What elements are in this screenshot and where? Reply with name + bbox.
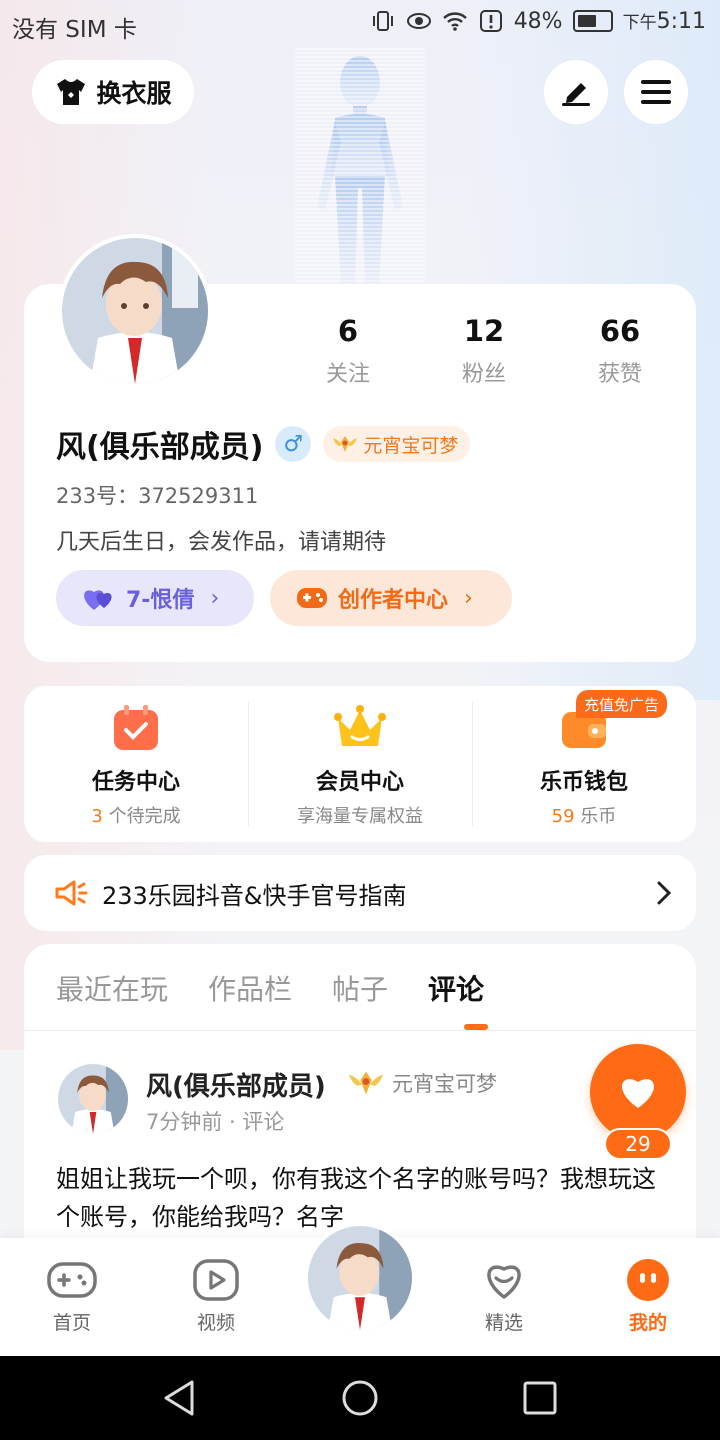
shirt-icon <box>57 79 86 105</box>
stat-likes[interactable]: 66 获赞 <box>552 312 688 388</box>
member-center-sub: 享海量专属权益 <box>297 806 423 827</box>
nav-home[interactable]: 首页 <box>24 1258 120 1335</box>
nav-home-label: 首页 <box>52 1312 91 1334</box>
heart-outline-icon <box>487 1265 521 1299</box>
wings-badge-icon <box>349 1071 383 1095</box>
gamepad-icon <box>47 1262 97 1298</box>
stat-likes-count: 66 <box>599 314 641 348</box>
tab-comments[interactable]: 评论 <box>428 968 484 1008</box>
user-name: 风(俱乐部成员) <box>56 430 264 465</box>
chevron-right-icon: › <box>464 585 473 611</box>
like-button[interactable] <box>590 1044 686 1140</box>
status-bar: 没有 SIM 卡 48% 下午5:11 <box>0 0 720 50</box>
tab-posts[interactable]: 帖子 <box>332 968 388 1008</box>
content-tabs: 最近在玩 作品栏 帖子 评论 <box>56 968 484 1008</box>
crown-icon <box>334 705 386 746</box>
comment-avatar[interactable] <box>58 1064 128 1134</box>
carrier-label: 没有 SIM 卡 <box>12 17 137 43</box>
title-badge[interactable]: 元宵宝可梦 <box>323 426 471 462</box>
home-circle-icon[interactable] <box>338 1376 382 1420</box>
comment-avatar-image <box>58 1064 128 1134</box>
recharge-no-ads-tag: 充值免广告 <box>576 690 668 718</box>
avatar[interactable] <box>58 234 212 388</box>
play-icon <box>193 1259 239 1301</box>
back-triangle-icon[interactable] <box>158 1376 202 1420</box>
comment-badge-label: 元宵宝可梦 <box>392 1072 497 1096</box>
battery-percent: 48% <box>513 8 563 34</box>
status-icons: 48% 下午5:11 <box>370 8 706 34</box>
stat-fans-label: 粉丝 <box>461 362 506 387</box>
tab-recently-played[interactable]: 最近在玩 <box>56 968 168 1008</box>
change-outfit-label: 换衣服 <box>96 79 172 108</box>
task-center[interactable]: 任务中心 3 个待完成 <box>24 686 248 842</box>
wifi-icon <box>442 12 467 31</box>
gender-male-icon: ♂ <box>275 426 312 462</box>
announcement-text: 233乐园抖音&快手官号指南 <box>102 881 407 910</box>
recents-square-icon[interactable] <box>518 1376 562 1420</box>
double-heart-icon <box>84 590 112 610</box>
change-outfit-button[interactable]: 换衣服 <box>32 60 194 124</box>
megaphone-icon <box>55 880 88 906</box>
pen-icon <box>562 83 590 106</box>
hologram-figure[interactable] <box>295 48 425 288</box>
member-center[interactable]: 会员中心 享海量专属权益 <box>248 686 472 842</box>
nav-video[interactable]: 视频 <box>168 1258 264 1335</box>
member-center-title: 会员中心 <box>315 770 404 795</box>
title-badge-label: 元宵宝可梦 <box>363 434 459 457</box>
stat-following-count: 6 <box>337 314 359 348</box>
profile-face-icon <box>627 1259 669 1301</box>
battery-icon <box>572 10 613 32</box>
stat-fans[interactable]: 12 粉丝 <box>416 312 552 388</box>
avatar-image <box>62 238 208 384</box>
creator-center-label: 创作者中心 <box>338 588 449 613</box>
tab-works[interactable]: 作品栏 <box>208 968 292 1008</box>
wings-badge-icon <box>333 436 358 452</box>
comment-author[interactable]: 风(俱乐部成员) <box>146 1066 326 1103</box>
clock: 下午5:11 <box>622 9 706 34</box>
tabs-divider <box>24 1030 696 1031</box>
nav-center-avatar[interactable] <box>304 1222 416 1334</box>
stat-fans-count: 12 <box>463 314 505 348</box>
task-center-title: 任务中心 <box>91 770 180 795</box>
eye-icon <box>406 13 431 29</box>
profile-stats: 6 关注 12 粉丝 66 获赞 <box>280 312 690 388</box>
announcement-bar[interactable]: 233乐园抖音&快手官号指南 <box>24 855 696 931</box>
creator-center-button[interactable]: 创作者中心 › <box>270 570 512 626</box>
heart-icon <box>622 1079 654 1108</box>
task-center-sub: 3 个待完成 <box>91 806 181 827</box>
nav-mine-label: 我的 <box>628 1312 667 1334</box>
coin-wallet-title: 乐币钱包 <box>539 770 628 795</box>
menu-icon <box>641 80 671 104</box>
name-row: 风(俱乐部成员) ♂ 元宵宝可梦 <box>56 422 471 466</box>
stat-following[interactable]: 6 关注 <box>280 312 416 388</box>
edit-profile-button[interactable] <box>544 60 608 124</box>
alert-icon <box>479 10 502 32</box>
user-bio: 几天后生日，会发作品，请请期待 <box>56 530 387 555</box>
nav-mine[interactable]: 我的 <box>600 1258 696 1335</box>
stat-following-label: 关注 <box>325 362 370 387</box>
stat-likes-label: 获赞 <box>597 362 642 387</box>
comment-meta: 7分钟前 · 评论 <box>146 1110 285 1134</box>
nav-featured[interactable]: 精选 <box>456 1258 552 1335</box>
like-count: 29 <box>604 1128 672 1160</box>
relationship-label: 7-恨倩 <box>126 588 195 613</box>
user-id: 233号：372529311 <box>56 484 259 508</box>
relationship-button[interactable]: 7-恨倩 › <box>56 570 254 626</box>
chevron-right-icon: › <box>210 585 220 611</box>
vibrate-icon <box>372 11 393 31</box>
menu-button[interactable] <box>624 60 688 124</box>
nav-featured-label: 精选 <box>484 1312 523 1334</box>
gamepad-icon <box>297 588 327 608</box>
calendar-check-icon <box>114 705 158 750</box>
nav-video-label: 视频 <box>196 1312 235 1334</box>
chevron-right-icon <box>657 881 672 905</box>
coin-wallet-sub: 59 乐币 <box>551 806 617 827</box>
comment-author-badge: 元宵宝可梦 <box>346 1066 497 1100</box>
system-nav-bar <box>0 1356 720 1440</box>
center-avatar-image <box>308 1226 412 1330</box>
